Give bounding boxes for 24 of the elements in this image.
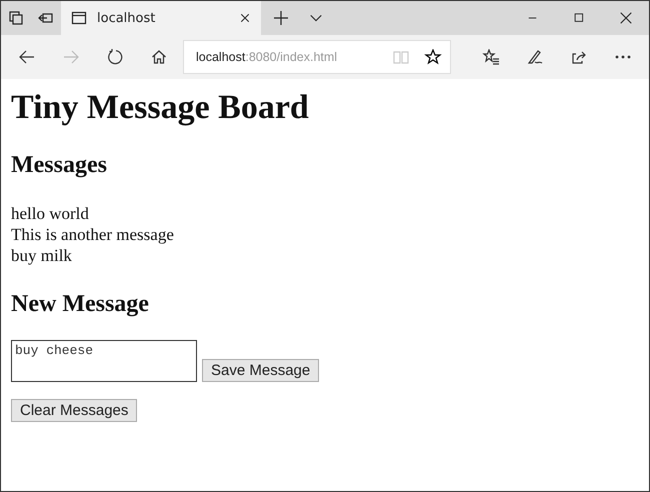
url-path-text: :8080/index.html: [245, 50, 338, 64]
star-icon[interactable]: [424, 49, 442, 65]
page-icon[interactable]: [71, 10, 87, 26]
home-icon[interactable]: [151, 49, 167, 65]
share-icon[interactable]: [571, 49, 587, 65]
browser-tab[interactable]: localhost: [61, 1, 261, 35]
save-message-button[interactable]: Save Message: [202, 359, 320, 382]
section-heading: Messages: [11, 152, 108, 179]
favorites-list-icon[interactable]: [482, 49, 500, 65]
tabs-icon[interactable]: [8, 10, 24, 26]
message-text: buy milk: [11, 245, 73, 266]
refresh-icon[interactable]: [107, 49, 123, 65]
address-field[interactable]: localhost:8080/index.html: [183, 40, 451, 74]
message-input[interactable]: buy cheese: [11, 340, 197, 382]
message-text: This is another message: [11, 224, 175, 245]
pen-icon[interactable]: [527, 49, 543, 65]
plus-icon[interactable]: [273, 10, 289, 26]
back-arrow-icon[interactable]: [17, 49, 37, 65]
clear-messages-button[interactable]: Clear Messages: [11, 399, 138, 422]
close-icon[interactable]: [619, 10, 633, 26]
page-title: Tiny Message Board: [11, 89, 310, 127]
section-heading: New Message: [11, 291, 150, 318]
url-host-text: localhost: [196, 50, 246, 64]
message-text: hello world: [11, 203, 90, 224]
